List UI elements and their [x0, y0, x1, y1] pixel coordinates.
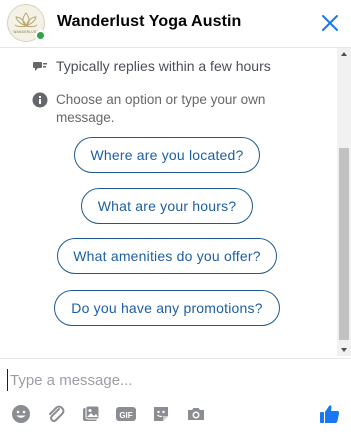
gif-button[interactable]: GIF [115, 403, 137, 425]
info-icon [32, 92, 48, 108]
online-status-dot [35, 30, 46, 41]
close-button[interactable] [319, 12, 341, 34]
reply-time-notice: Typically replies within a few hours [32, 58, 271, 75]
message-thread: Typically replies within a few hours Cho… [0, 48, 351, 358]
sticker-icon [154, 407, 168, 421]
message-composer: GIF [0, 358, 351, 434]
emoji-button[interactable] [10, 403, 32, 425]
scrollbar-thumb[interactable] [339, 148, 349, 340]
gif-icon: GIF [116, 407, 136, 421]
reply-time-text: Typically replies within a few hours [56, 58, 271, 74]
page-avatar[interactable]: WANDERLUST [7, 4, 46, 42]
sticker-button[interactable] [150, 403, 172, 425]
camera-button[interactable] [185, 403, 207, 425]
quick-reply-amenities[interactable]: What amenities do you offer? [57, 238, 277, 274]
page-title: Wanderlust Yoga Austin [57, 13, 242, 30]
close-icon [322, 15, 338, 31]
instruction-notice: Choose an option or type your own messag… [32, 91, 292, 127]
camera-icon [188, 408, 204, 420]
photo-button[interactable] [80, 403, 102, 425]
emoji-icon [12, 405, 30, 423]
speech-bubble-icon [33, 62, 47, 71]
send-like-button[interactable] [319, 403, 341, 425]
instruction-text: Choose an option or type your own messag… [56, 92, 266, 125]
attachment-icon [49, 405, 65, 422]
chat-header: WANDERLUST Wanderlust Yoga Austin [0, 0, 351, 48]
scroll-down-arrow-icon[interactable] [340, 346, 348, 354]
quick-reply-hours[interactable]: What are your hours? [81, 188, 253, 224]
composer-toolbar: GIF [10, 403, 220, 425]
scroll-up-arrow-icon[interactable] [340, 50, 348, 58]
attachment-button[interactable] [45, 403, 67, 425]
message-scrollbar[interactable] [337, 48, 351, 356]
svg-text:GIF: GIF [119, 411, 132, 420]
thumbs-up-icon [320, 405, 340, 423]
photo-icon [83, 405, 100, 421]
message-input[interactable] [7, 369, 307, 391]
quick-reply-location[interactable]: Where are you located? [74, 137, 260, 173]
quick-reply-promotions[interactable]: Do you have any promotions? [54, 290, 280, 326]
